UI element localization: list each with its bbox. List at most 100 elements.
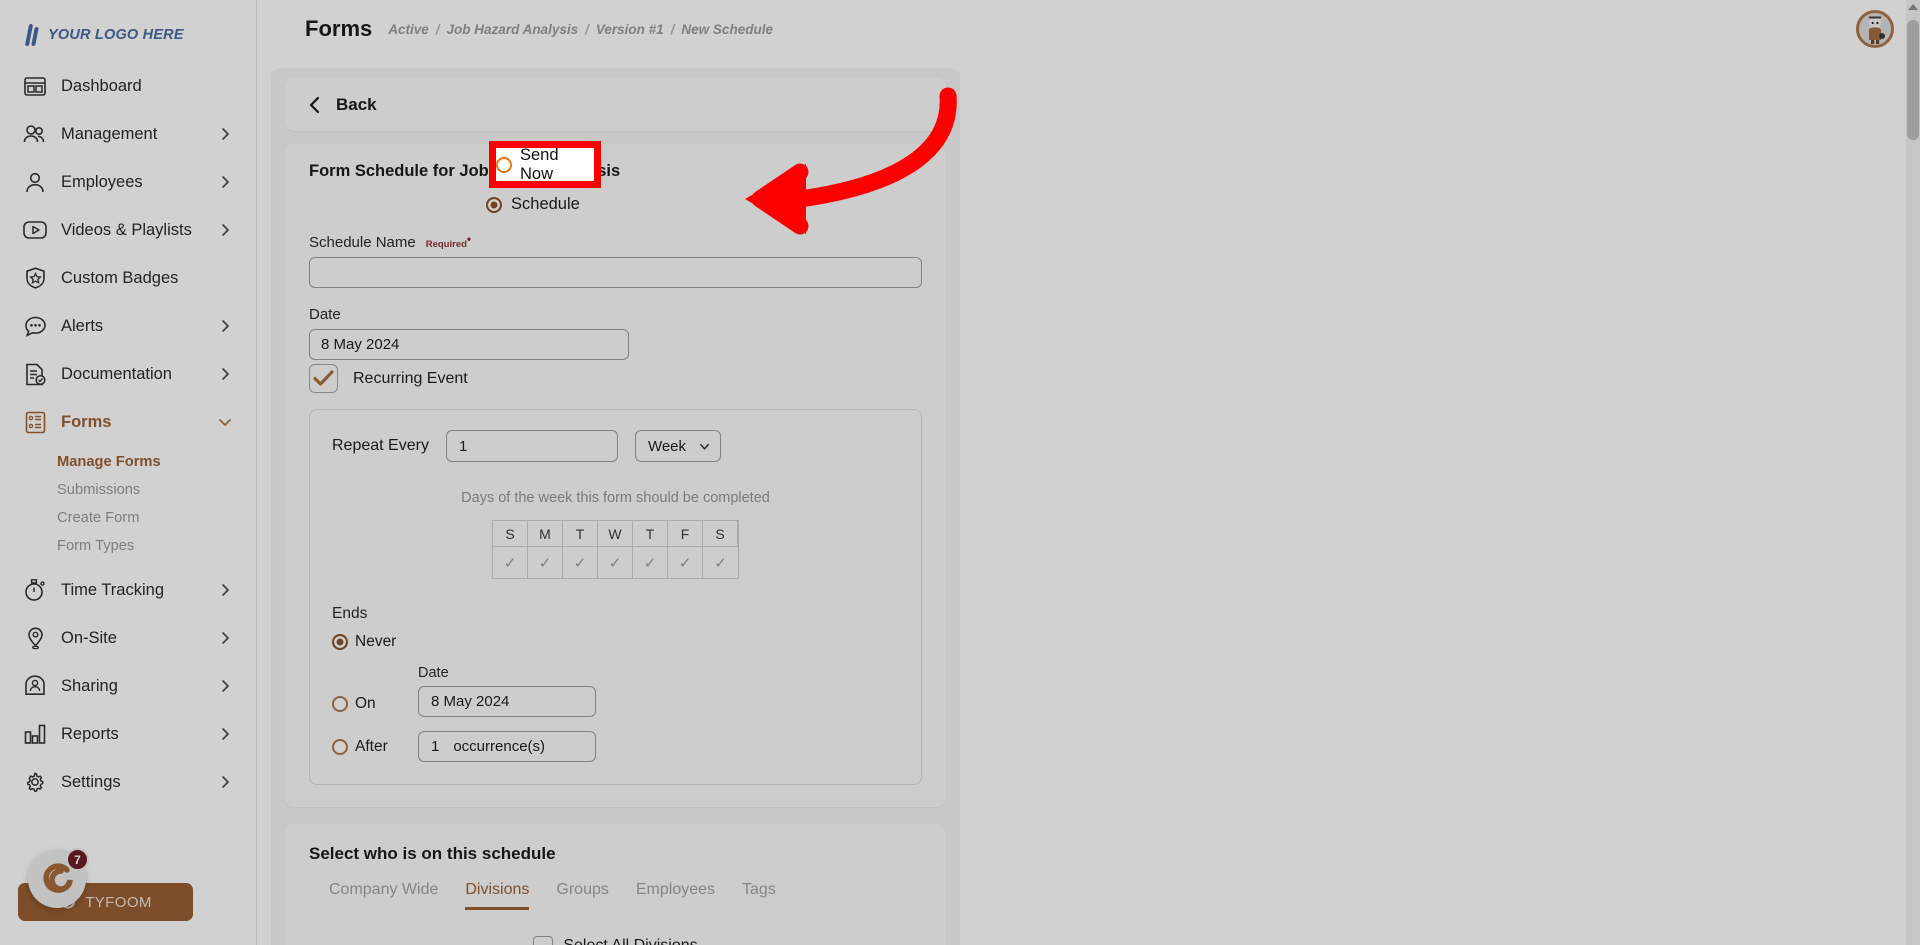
schedule-name-input[interactable] xyxy=(309,257,922,289)
form-schedule-card: Form Schedule for Job Hazard Analysis Sc… xyxy=(285,144,946,808)
page-title: Forms xyxy=(305,16,373,41)
sidebar-item-custom-badges[interactable]: Custom Badges xyxy=(0,254,256,302)
radio-never-icon[interactable] xyxy=(332,634,348,651)
day-header-thu: T xyxy=(633,521,668,548)
check-icon xyxy=(313,370,334,386)
mode-option-schedule[interactable]: Schedule xyxy=(486,195,580,214)
sidebar-subitem-manage-forms[interactable]: Manage Forms xyxy=(0,448,256,476)
radio-on-icon[interactable] xyxy=(332,696,348,713)
ends-after-row: After 1 occurrence(s) xyxy=(332,731,899,763)
breadcrumb-separator: / xyxy=(670,21,675,37)
date-label: Date xyxy=(309,306,341,324)
breadcrumb-item-form[interactable]: Job Hazard Analysis xyxy=(447,22,579,37)
audience-card: Select who is on this schedule Company W… xyxy=(285,824,946,945)
ends-never-row: Never xyxy=(332,633,899,651)
day-cell-sun[interactable]: ✓ xyxy=(493,547,528,579)
avatar[interactable] xyxy=(1856,10,1894,48)
page-scrollbar[interactable] xyxy=(1906,0,1920,945)
tab-employees[interactable]: Employees xyxy=(636,881,715,910)
sidebar-subitem-submissions[interactable]: Submissions xyxy=(0,476,256,504)
dashboard-icon xyxy=(20,73,50,99)
day-cell-fri[interactable]: ✓ xyxy=(668,547,703,579)
schedule-name-label: Schedule Name Required• xyxy=(309,232,922,251)
sidebar-subitem-form-types[interactable]: Form Types xyxy=(0,532,256,560)
radio-after-icon[interactable] xyxy=(332,738,348,755)
recurring-event-row[interactable]: Recurring Event xyxy=(309,364,922,394)
select-all-divisions-row[interactable]: Select All Divisions xyxy=(309,936,922,945)
repeat-count-input[interactable] xyxy=(445,430,618,463)
chevron-right-icon xyxy=(222,128,229,140)
sidebar-item-forms[interactable]: Forms xyxy=(0,398,256,446)
ends-on-date-input[interactable] xyxy=(418,686,596,718)
day-cell-tue[interactable]: ✓ xyxy=(563,547,598,579)
repeat-every-label: Repeat Every xyxy=(332,437,429,455)
breadcrumb-item-active[interactable]: Active xyxy=(388,22,429,37)
avatar-character-icon xyxy=(1868,16,1885,44)
sidebar-item-label: Sharing xyxy=(61,676,118,695)
recurring-event-checkbox[interactable] xyxy=(309,364,338,394)
date-input[interactable] xyxy=(309,329,629,361)
sidebar-item-employees[interactable]: Employees xyxy=(0,158,256,206)
logo-mark-icon xyxy=(24,23,39,47)
day-cell-thu[interactable]: ✓ xyxy=(633,547,668,579)
sidebar-item-on-site[interactable]: On-Site xyxy=(0,614,256,662)
sidebar-item-dashboard[interactable]: Dashboard xyxy=(0,62,256,110)
day-cell-wed[interactable]: ✓ xyxy=(598,547,633,579)
sidebar-item-documentation[interactable]: Documentation xyxy=(0,350,256,398)
day-header-sat: S xyxy=(703,521,738,548)
chevron-down-icon xyxy=(219,419,231,426)
day-header-wed: W xyxy=(598,521,633,548)
sidebar-item-reports[interactable]: Reports xyxy=(0,710,256,758)
ends-option-never[interactable]: Never xyxy=(332,633,410,651)
sidebar-item-settings[interactable]: Settings xyxy=(0,758,256,806)
select-all-checkbox[interactable] xyxy=(533,936,554,945)
ends-option-after[interactable]: After xyxy=(332,738,410,756)
sidebar-item-label: Reports xyxy=(61,724,119,743)
notification-badge: 7 xyxy=(66,848,89,871)
sidebar-item-time-tracking[interactable]: Time Tracking xyxy=(0,566,256,614)
ends-on-date-label: Date xyxy=(418,665,449,682)
sidebar-item-management[interactable]: Management xyxy=(0,110,256,158)
share-badge-icon xyxy=(20,673,50,699)
sidebar-item-videos-playlists[interactable]: Videos & Playlists xyxy=(0,206,256,254)
sidebar-subitem-create-form[interactable]: Create Form xyxy=(0,504,256,532)
chevron-right-icon xyxy=(222,584,229,596)
day-header-mon: M xyxy=(528,521,563,548)
back-button[interactable]: Back xyxy=(285,78,946,131)
sidebar-item-sharing[interactable]: Sharing xyxy=(0,662,256,710)
tab-tags[interactable]: Tags xyxy=(742,881,776,910)
people-icon xyxy=(20,121,50,147)
tab-divisions[interactable]: Divisions xyxy=(465,881,530,911)
day-cell-mon[interactable]: ✓ xyxy=(528,547,563,579)
ends-after-count[interactable]: 1 xyxy=(431,738,439,755)
day-cell-sat[interactable]: ✓ xyxy=(703,547,738,578)
ends-label: Ends xyxy=(332,605,368,623)
badge-shield-icon xyxy=(20,265,50,291)
tyfoom-button-label: TYFOOM xyxy=(85,893,152,911)
form-heading: Form Schedule for Job Hazard Analysis xyxy=(309,162,621,180)
sidebar-item-alerts[interactable]: Alerts xyxy=(0,302,256,350)
days-of-week-grid: S M T W T F S ✓ ✓ ✓ ✓ ✓ ✓ ✓ xyxy=(492,520,739,580)
brand-logo[interactable]: YOUR LOGO HERE xyxy=(0,0,256,52)
tab-groups[interactable]: Groups xyxy=(556,881,608,910)
tab-company-wide[interactable]: Company Wide xyxy=(329,881,438,910)
repeat-unit-value: Week xyxy=(647,437,687,455)
gear-icon xyxy=(20,769,50,795)
breadcrumb-item-version[interactable]: Version #1 xyxy=(596,22,664,37)
ends-option-on-label: On xyxy=(355,695,376,713)
ends-after-unit-label: occurrence(s) xyxy=(453,738,546,756)
sidebar-item-label: Forms xyxy=(61,412,112,431)
ends-after-field[interactable]: 1 occurrence(s) xyxy=(418,731,596,763)
ends-option-on[interactable]: On xyxy=(332,695,410,717)
map-pin-icon xyxy=(20,625,50,651)
scroll-up-arrow-icon[interactable] xyxy=(1908,4,1918,10)
scrollbar-thumb[interactable] xyxy=(1907,20,1919,140)
radio-schedule-icon[interactable] xyxy=(486,196,503,213)
ends-on-date-field: Date xyxy=(418,665,596,718)
mode-option-schedule-label: Schedule xyxy=(511,195,580,213)
chevron-right-icon xyxy=(222,320,229,332)
topbar: Forms Active / Job Hazard Analysis / Ver… xyxy=(257,0,1920,58)
ends-option-after-label: After xyxy=(355,737,388,755)
repeat-unit-select[interactable]: Week xyxy=(634,430,721,463)
breadcrumb-separator: / xyxy=(585,21,589,37)
